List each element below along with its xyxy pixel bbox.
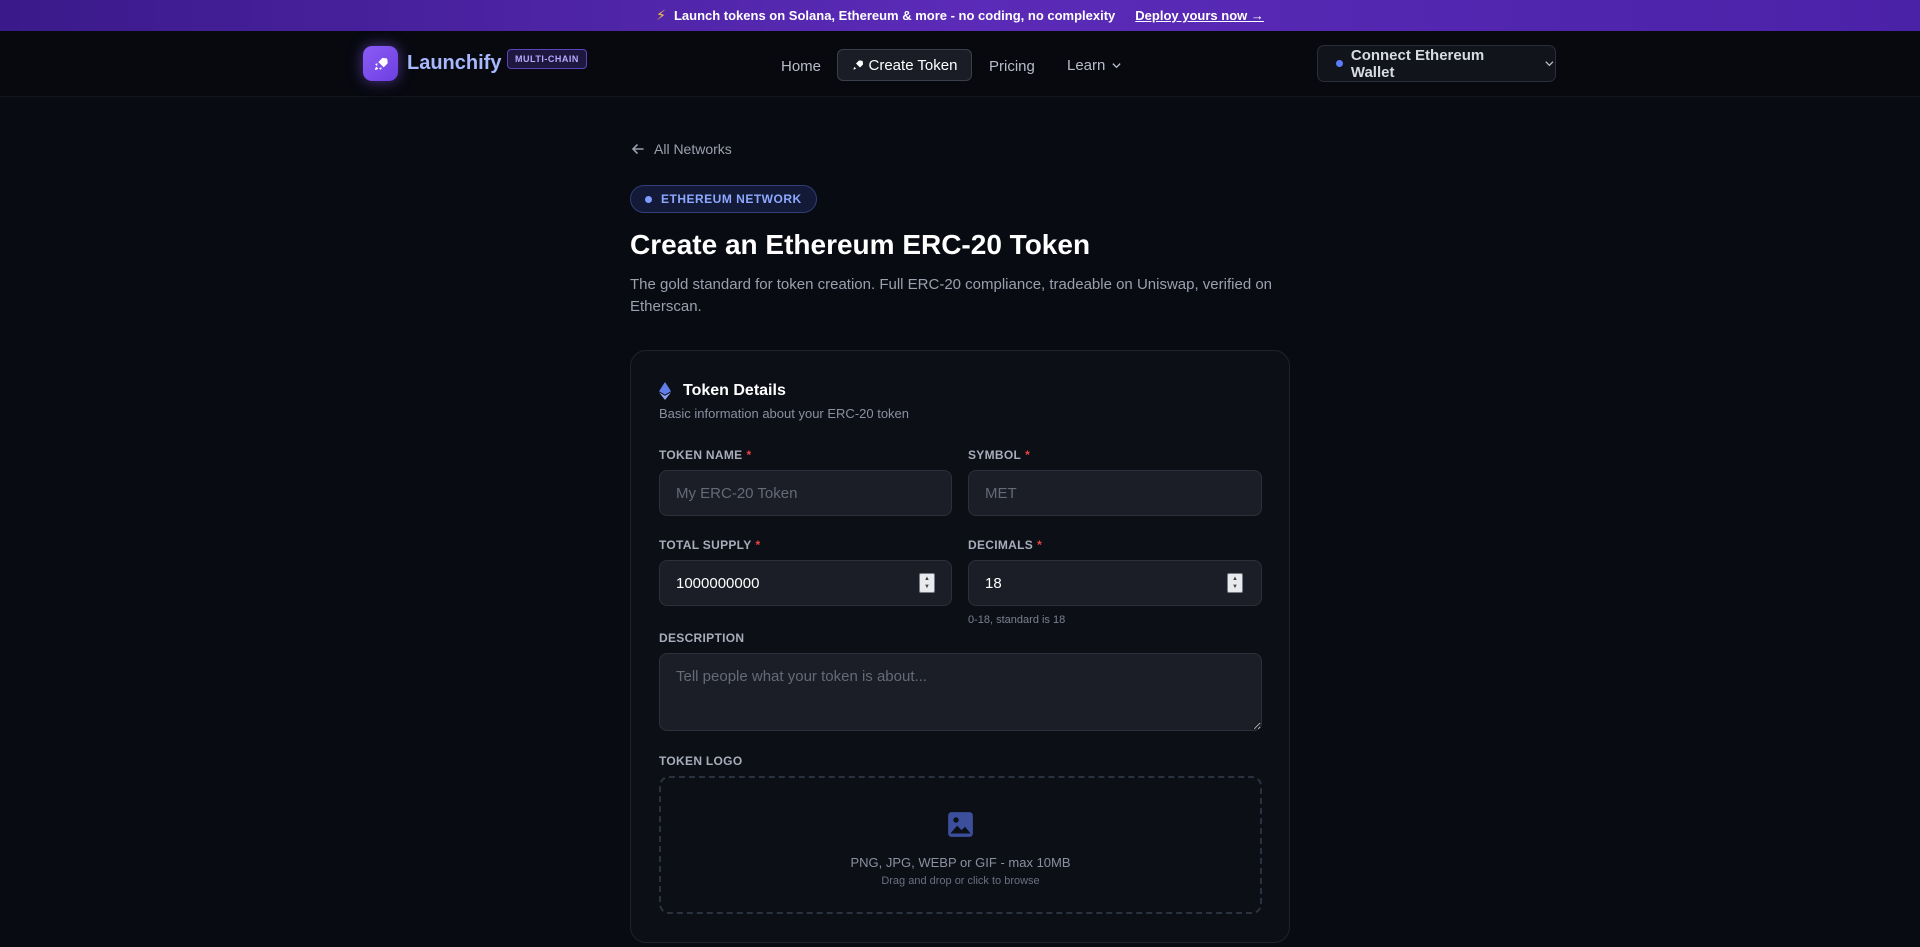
description-label-text: DESCRIPTION: [659, 631, 745, 645]
total-supply-stepper[interactable]: ▲ ▼: [919, 573, 935, 593]
decimals-label-text: DECIMALS: [968, 538, 1034, 552]
total-supply-label-text: TOTAL SUPPLY: [659, 538, 752, 552]
required-marker: *: [1037, 538, 1043, 552]
site-header: Launchify MULTI-CHAIN Home Create Token …: [0, 31, 1920, 97]
image-icon: [948, 812, 973, 837]
connect-wallet-button[interactable]: Connect Ethereum Wallet: [1317, 45, 1556, 82]
chevron-down-icon: [1112, 63, 1122, 69]
ethereum-icon: [659, 382, 671, 400]
network-label: ETHEREUM NETWORK: [661, 192, 802, 206]
rocket-icon: [374, 57, 388, 70]
status-dot: [1336, 60, 1343, 67]
logo[interactable]: [363, 46, 398, 81]
token-name-label-text: TOKEN NAME: [659, 448, 743, 462]
stepper-down-icon[interactable]: ▼: [1232, 583, 1238, 591]
nav-home[interactable]: Home: [781, 58, 821, 75]
announcement-text: Launch tokens on Solana, Ethereum & more…: [673, 8, 1116, 23]
announcement-bar: ⚡ Launch tokens on Solana, Ethereum & mo…: [0, 0, 1920, 31]
stepper-down-icon[interactable]: ▼: [924, 583, 930, 591]
total-supply-label: TOTAL SUPPLY *: [659, 538, 761, 552]
network-badge: ETHEREUM NETWORK: [630, 185, 817, 213]
card-subtitle: Basic information about your ERC-20 toke…: [659, 406, 910, 421]
token-logo-label-text: TOKEN LOGO: [659, 754, 743, 768]
decimals-stepper[interactable]: ▲ ▼: [1227, 573, 1243, 593]
description-textarea[interactable]: [659, 653, 1262, 731]
page-subtitle: The gold standard for token creation. Fu…: [630, 276, 1273, 315]
required-marker: *: [1025, 448, 1031, 462]
required-marker: *: [746, 448, 752, 462]
nav-learn[interactable]: Learn: [1067, 57, 1122, 74]
decimals-input[interactable]: [968, 560, 1262, 606]
nav-pricing[interactable]: Pricing: [989, 58, 1035, 75]
logo-upload-dropzone[interactable]: PNG, JPG, WEBP or GIF - max 10MB Drag an…: [659, 776, 1262, 914]
token-logo-label: TOKEN LOGO: [659, 754, 742, 768]
back-to-networks-link[interactable]: All Networks: [630, 141, 732, 157]
back-link-label: All Networks: [654, 141, 732, 157]
symbol-label-text: SYMBOL: [968, 448, 1022, 462]
stepper-up-icon[interactable]: ▲: [1232, 575, 1238, 583]
decimals-label: DECIMALS *: [968, 538, 1042, 552]
nav-create-token[interactable]: Create Token: [837, 49, 972, 81]
chevron-down-icon: [1545, 61, 1554, 67]
nav-learn-label: Learn: [1067, 57, 1106, 74]
symbol-input[interactable]: [968, 470, 1262, 516]
deploy-now-link[interactable]: Deploy yours now →: [1135, 8, 1264, 23]
multi-chain-badge: MULTI-CHAIN: [507, 49, 587, 69]
symbol-label: SYMBOL *: [968, 448, 1030, 462]
total-supply-input[interactable]: [659, 560, 952, 606]
connect-wallet-label: Connect Ethereum Wallet: [1350, 46, 1485, 81]
description-label: DESCRIPTION: [659, 631, 744, 645]
nav-create-label: Create Token: [868, 56, 958, 74]
upload-instruction-text: Drag and drop or click to browse: [881, 875, 1040, 887]
arrow-left-icon: [631, 144, 644, 154]
upload-formats-text: PNG, JPG, WEBP or GIF - max 10MB: [850, 855, 1071, 870]
card-header: Token Details: [659, 382, 786, 400]
stepper-up-icon[interactable]: ▲: [924, 575, 930, 583]
required-marker: *: [755, 538, 761, 552]
page-title: Create an Ethereum ERC-20 Token: [630, 229, 1091, 260]
lightning-bolt-icon: ⚡: [656, 7, 666, 23]
token-details-card: Token Details Basic information about yo…: [630, 350, 1290, 943]
card-title: Token Details: [683, 382, 786, 399]
network-dot: [645, 195, 652, 203]
token-name-label: TOKEN NAME *: [659, 448, 751, 462]
decimals-hint: 0-18, standard is 18: [968, 614, 1066, 626]
token-name-input[interactable]: [659, 470, 952, 516]
rocket-icon: [853, 60, 863, 70]
brand-name[interactable]: Launchify: [407, 52, 501, 75]
